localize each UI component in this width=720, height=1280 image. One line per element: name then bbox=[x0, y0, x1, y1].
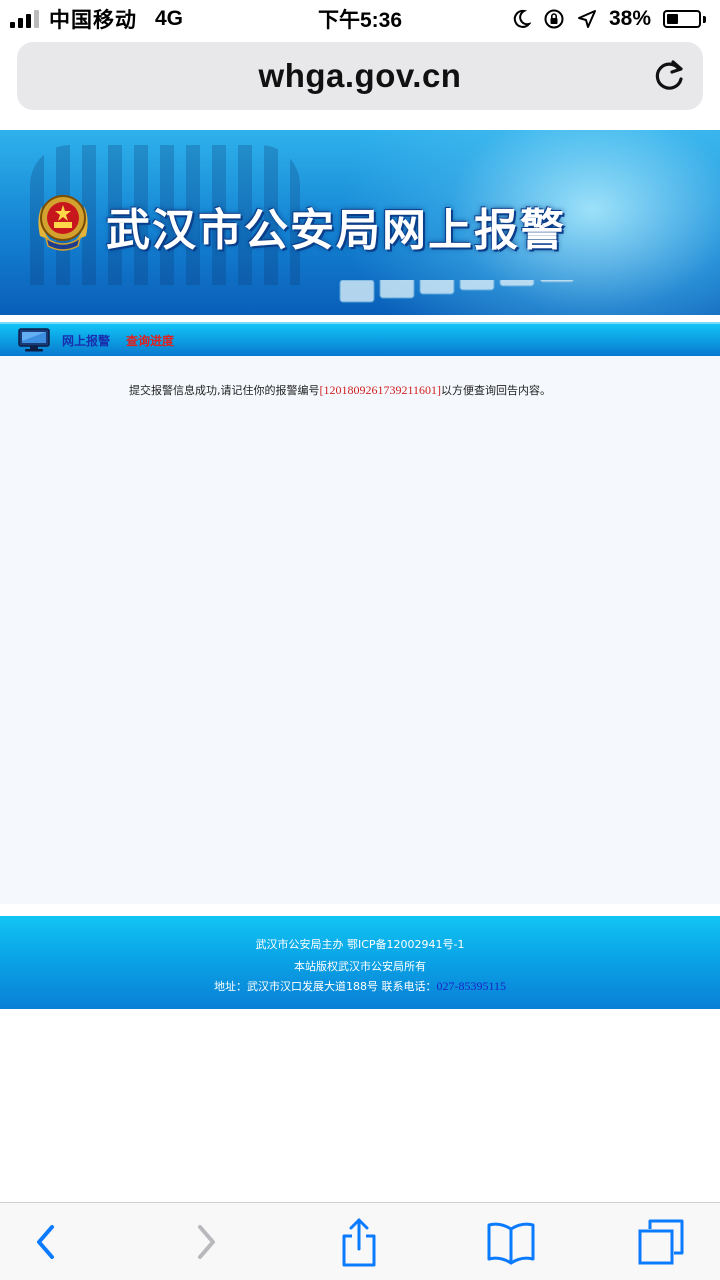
nav-bar: 网上报警 查询进度 bbox=[0, 322, 720, 356]
success-message: 提交报警信息成功,请记住你的报警编号[12018092617392116​01]… bbox=[129, 382, 551, 398]
keyboard-graphic bbox=[339, 280, 575, 303]
book-icon[interactable] bbox=[486, 1217, 536, 1267]
carrier-name: 中国移动 bbox=[49, 9, 137, 32]
footer-address: 地址：武汉市汉口发展大道188号 联系电话：027-85395115 bbox=[0, 978, 720, 994]
browser-page: 中国移动 4G 下午5:36 38% whga.gov.cn 武汉市公安局网上报… bbox=[0, 0, 720, 1280]
chevron-left-icon[interactable] bbox=[22, 1217, 72, 1267]
main-panel: 提交报警信息成功,请记住你的报警编号[12018092617392116​01]… bbox=[0, 356, 720, 904]
moon-icon bbox=[513, 9, 531, 28]
tabs-icon[interactable] bbox=[636, 1217, 686, 1267]
battery-percent: 38% bbox=[608, 7, 651, 30]
site-banner: 武汉市公安局网上报警 bbox=[0, 130, 720, 315]
url-text[interactable]: whga.gov.cn bbox=[259, 57, 462, 95]
status-bar: 中国移动 4G 下午5:36 38% bbox=[0, 0, 720, 38]
footer-address-text: 地址：武汉市汉口发展大道188号 联系电话： bbox=[213, 980, 437, 993]
rotation-lock-icon bbox=[544, 9, 564, 29]
message-suffix: 以方便查询回告内容。 bbox=[441, 384, 552, 397]
network-type: 4G bbox=[155, 7, 184, 30]
address-bar[interactable]: whga.gov.cn bbox=[17, 42, 703, 110]
report-number: [12018092617392116​01] bbox=[319, 383, 442, 397]
footer-copyright: 本站版权武汉市公安局所有 bbox=[294, 960, 426, 973]
footer-sponsor: 武汉市公安局主办 鄂ICP备12002941号-1 bbox=[255, 938, 465, 951]
browser-toolbar bbox=[0, 1202, 720, 1280]
banner-title: 武汉市公安局网上报警 bbox=[106, 205, 566, 256]
battery-icon bbox=[663, 10, 706, 28]
nav-item-query-progress[interactable]: 查询进度 bbox=[126, 332, 174, 349]
message-prefix: 提交报警信息成功,请记住你的报警编号 bbox=[129, 384, 320, 397]
monitor-icon bbox=[18, 328, 50, 352]
nav-item-report[interactable]: 网上报警 bbox=[62, 332, 110, 349]
site-footer: 武汉市公安局主办 鄂ICP备12002941号-1 本站版权武汉市公安局所有 地… bbox=[0, 916, 720, 1009]
share-icon[interactable] bbox=[334, 1217, 384, 1267]
signal-icon bbox=[10, 10, 39, 28]
location-icon bbox=[577, 10, 596, 28]
reload-icon[interactable] bbox=[649, 57, 689, 97]
chevron-right-icon[interactable] bbox=[180, 1217, 230, 1267]
status-right: 38% bbox=[513, 7, 706, 31]
police-emblem-icon bbox=[38, 195, 88, 251]
status-left: 中国移动 4G bbox=[10, 4, 183, 34]
footer-phone[interactable]: 027-85395115 bbox=[436, 979, 506, 993]
